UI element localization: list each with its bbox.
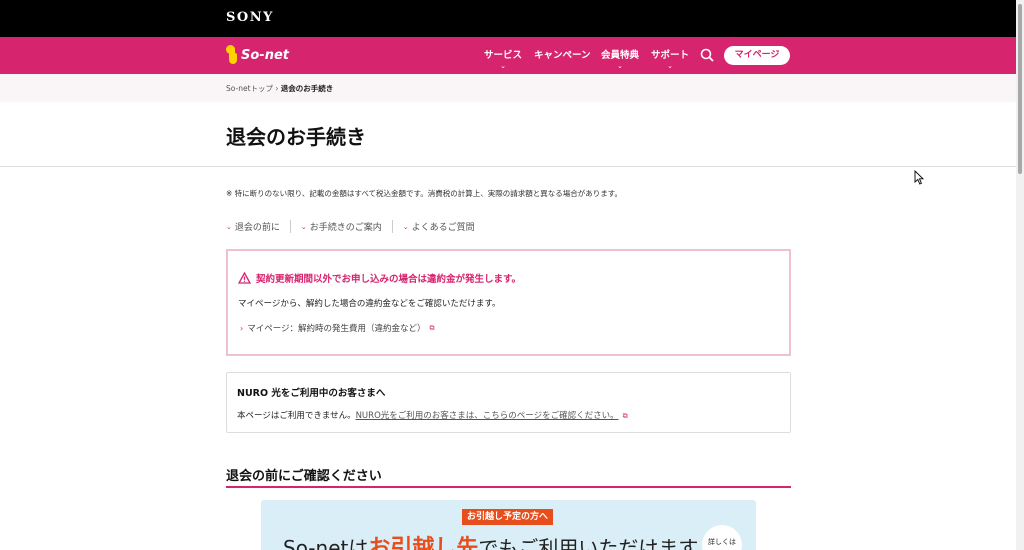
banner-tag: お引越し予定の方へ: [462, 509, 554, 525]
warning-text: マイページから、解約した場合の違約金などをご確認いただけます。: [238, 299, 501, 309]
warning-title: 契約更新期間以外でお申し込みの場合は違約金が発生します。: [238, 271, 521, 285]
nav-label: サポート: [651, 50, 690, 61]
moving-banner[interactable]: お引越し予定の方へ So-netはお引越し先でもご利用いただけます 詳しくは: [261, 500, 756, 550]
title-area: 退会のお手続き: [0, 102, 1016, 167]
section-title: 退会の前にご確認ください: [226, 469, 382, 484]
anchor-procedure[interactable]: ⌄ お手続きのご案内: [289, 220, 392, 233]
sony-bar: SONY: [0, 0, 1016, 37]
chevron-down-icon: ⌄: [667, 62, 673, 70]
sony-logo[interactable]: SONY: [226, 10, 274, 25]
sonet-logo[interactable]: So-net: [226, 45, 289, 65]
search-icon[interactable]: [700, 48, 714, 62]
nav-item-service[interactable]: サービス ⌄: [484, 47, 522, 70]
nav-item-support[interactable]: サポート ⌄: [651, 47, 689, 70]
banner-headline: So-netはお引越し先でもご利用いただけます: [283, 530, 698, 550]
nav-item-member-benefits[interactable]: 会員特典 ⌄: [601, 47, 639, 70]
nuro-notice-box: NURO 光をご利用中のお客さまへ 本ページはご利用できません。NURO光をご利…: [226, 372, 791, 433]
nav-label: キャンペーン: [534, 50, 591, 61]
external-link-icon: ⧉: [429, 323, 435, 332]
tax-note: ※ 特に断りのない限り、記載の金額はすべて税込金額です。消費税の計算上、実際の請…: [226, 189, 623, 198]
banner-detail-button[interactable]: 詳しくは: [702, 525, 742, 550]
scrollbar-thumb[interactable]: [1018, 4, 1022, 174]
penalty-fee-link-label: マイページ：解約時の発生費用（違約金など）: [247, 324, 426, 334]
breadcrumb-home-link[interactable]: So-netトップ: [226, 84, 273, 93]
chevron-right-icon: ›: [240, 323, 244, 333]
nuro-text: 本ページはご利用できません。NURO光をご利用のお客さまは、こちらのページをご確…: [237, 409, 628, 421]
chevron-down-icon: ⌄: [300, 222, 307, 231]
anchor-before-cancel[interactable]: ⌄ 退会の前に: [226, 220, 290, 234]
page-title: 退会のお手続き: [226, 125, 366, 149]
anchor-label: 退会の前に: [234, 223, 280, 233]
nav-item-campaign[interactable]: キャンペーン: [534, 47, 591, 61]
brand-name: So-net: [241, 47, 289, 63]
banner-detail-label: 詳しくは: [708, 538, 736, 546]
nav-label: 会員特典: [601, 50, 640, 61]
anchor-faq[interactable]: ⌄ よくあるご質問: [391, 220, 485, 233]
breadcrumb: So-netトップ › 退会のお手続き: [0, 74, 1016, 102]
banner-headline-post: でもご利用いただけます: [478, 536, 699, 550]
banner-headline-highlight: お引越し先: [368, 536, 479, 550]
mypage-button[interactable]: マイページ: [724, 46, 790, 65]
chevron-down-icon: ⌄: [617, 62, 623, 70]
warning-title-text: 契約更新期間以外でお申し込みの場合は違約金が発生します。: [256, 274, 522, 285]
chevron-down-icon: ⌄: [226, 222, 232, 231]
section-divider: [226, 486, 791, 488]
anchor-links: ⌄ 退会の前に ⌄ お手続きのご案内 ⌄ よくあるご質問: [226, 220, 485, 233]
anchor-label: お手続きのご案内: [309, 223, 382, 233]
chevron-down-icon: ⌄: [402, 222, 409, 231]
main-navbar: So-net サービス ⌄ キャンペーン 会員特典 ⌄ サポート ⌄: [0, 37, 1016, 74]
mouse-cursor-icon: [914, 170, 924, 185]
sonet-mark-icon: [226, 45, 238, 65]
chevron-down-icon: ⌄: [500, 62, 506, 70]
penalty-fee-link[interactable]: › マイページ：解約時の発生費用（違約金など） ⧉: [240, 322, 435, 335]
penalty-warning-box: 契約更新期間以外でお申し込みの場合は違約金が発生します。 マイページから、解約し…: [226, 249, 791, 356]
external-link-icon: ⧉: [622, 412, 628, 420]
breadcrumb-current: 退会のお手続き: [280, 84, 334, 93]
warning-icon: [238, 272, 251, 284]
nuro-title: NURO 光をご利用中のお客さまへ: [237, 388, 386, 399]
banner-headline-pre: So-netは: [283, 536, 369, 550]
anchor-label: よくあるご質問: [411, 223, 475, 233]
nuro-text-label: 本ページはご利用できません。: [237, 411, 356, 421]
nuro-page-link[interactable]: NURO光をご利用のお客さまは、こちらのページをご確認ください。: [356, 411, 619, 421]
nav-label: サービス: [484, 50, 523, 61]
